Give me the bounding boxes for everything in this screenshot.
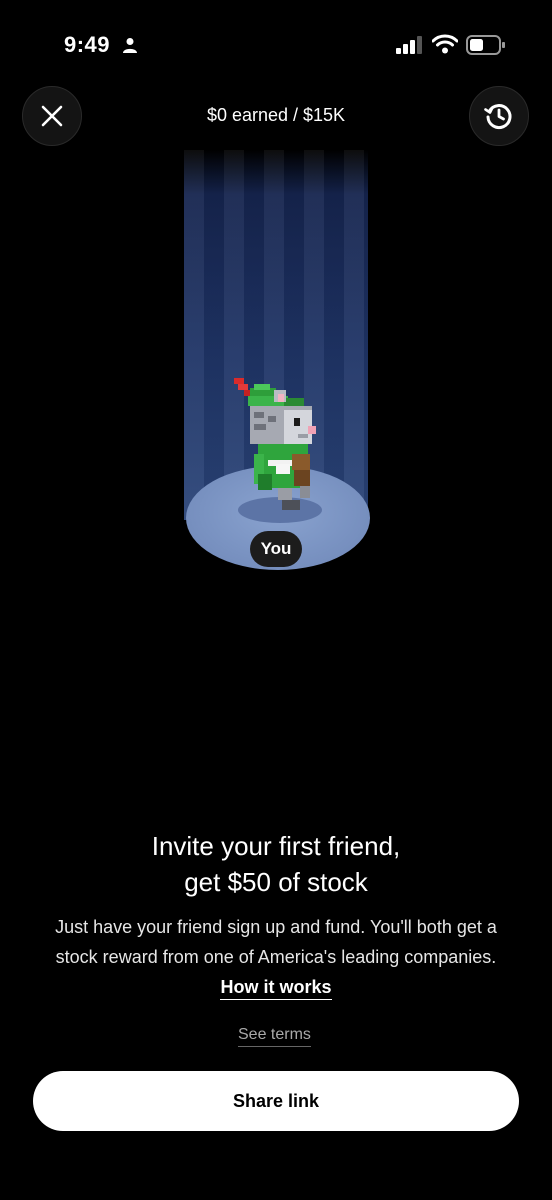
description-text: Just have your friend sign up and fund. …	[55, 917, 497, 967]
history-icon	[484, 104, 512, 130]
wifi-icon	[432, 34, 458, 54]
battery-icon	[466, 35, 505, 55]
see-terms-link[interactable]: See terms	[238, 1026, 311, 1047]
how-it-works-link[interactable]: How it works	[220, 977, 332, 1000]
status-bar: 9:49	[0, 0, 552, 90]
person-icon	[123, 38, 137, 53]
headline-line-1: Invite your first friend,	[151, 831, 401, 861]
signal-icon	[396, 36, 422, 54]
avatar-label: You	[250, 531, 302, 567]
share-link-button[interactable]: Share link	[33, 1071, 519, 1131]
headline-line-2: get $50 of stock	[184, 867, 368, 897]
history-button[interactable]	[469, 86, 529, 146]
description: Just have your friend sign up and fund. …	[44, 912, 508, 1002]
headline: Invite your first friend, get $50 of sto…	[40, 828, 512, 900]
status-time: 9:49	[64, 32, 111, 57]
avatar-cat-icon	[234, 378, 316, 510]
